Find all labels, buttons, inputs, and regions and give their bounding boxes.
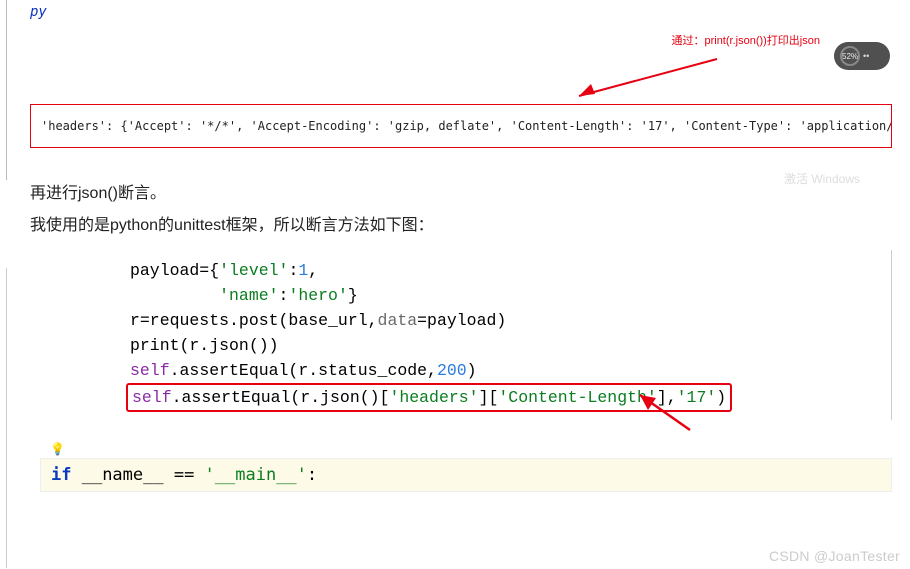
- left-divider-top: [6, 0, 7, 180]
- text-line-1: 再进行json()断言。: [30, 178, 892, 210]
- arrow-icon: [630, 390, 700, 435]
- py-tab-label: py: [12, 0, 910, 24]
- text-line-2: 我使用的是python的unittest框架，所以断言方法如下图：: [30, 210, 892, 242]
- code-line-1: payload={'level':1,: [130, 258, 891, 283]
- code-line-3: r=requests.post(base_url,data=payload): [130, 308, 891, 333]
- battery-widget[interactable]: 52% ••: [834, 42, 890, 70]
- left-divider-bottom: [6, 268, 7, 568]
- annotation-text: 通过：print(r.json())打印出json: [671, 32, 820, 48]
- windows-watermark: 激活 Windows: [784, 170, 860, 187]
- battery-dots-icon: ••: [863, 51, 869, 61]
- annotation-area: 通过：print(r.json())打印出json 52% ••: [12, 24, 910, 99]
- code-line-4: print(r.json()): [130, 333, 891, 358]
- code-line-5: self.assertEqual(r.status_code,200): [130, 358, 891, 383]
- arrow-icon: [567, 54, 727, 104]
- headers-output-box: 'headers': {'Accept': '*/*', 'Accept-Enc…: [30, 104, 892, 148]
- code-block: payload={'level':1, 'name':'hero'} r=req…: [40, 250, 892, 420]
- csdn-watermark: CSDN @JoanTester: [769, 548, 900, 564]
- lightbulb-icon[interactable]: 💡: [50, 442, 910, 456]
- explanation-text: 再进行json()断言。 我使用的是python的unittest框架，所以断言…: [12, 158, 910, 250]
- battery-percent: 52%: [840, 46, 860, 66]
- code-line-6-highlighted: self.assertEqual(r.json()['headers']['Co…: [130, 383, 891, 412]
- code-line-2: 'name':'hero'}: [130, 283, 891, 308]
- if-main-block: if __name__ == '__main__':: [40, 458, 892, 492]
